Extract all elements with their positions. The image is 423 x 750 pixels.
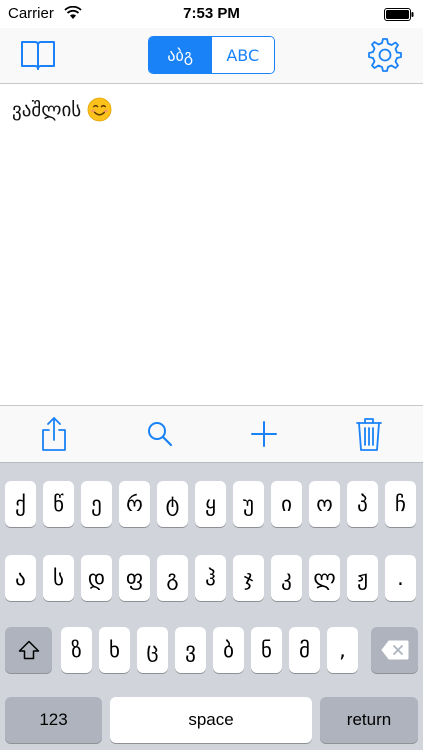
segment-georgian[interactable]: აბგ xyxy=(149,37,212,73)
key[interactable]: , xyxy=(327,627,358,673)
backspace-icon xyxy=(380,640,408,660)
status-bar: Carrier 7:53 PM xyxy=(0,0,423,28)
key[interactable]: ს xyxy=(43,555,74,601)
key[interactable]: უ xyxy=(233,481,264,527)
dictionary-button[interactable] xyxy=(19,36,57,74)
key[interactable]: ფ xyxy=(119,555,150,601)
key[interactable]: . xyxy=(385,555,416,601)
georgian-keyboard: ქ წ ე რ ტ ყ უ ი ო პ ჩ ა ს დ ფ გ ჰ ჯ კ ლ … xyxy=(0,462,423,750)
key[interactable]: კ xyxy=(271,555,302,601)
nav-bar: აბგ ABC xyxy=(0,28,423,84)
key[interactable]: ც xyxy=(137,627,168,673)
text-editor[interactable]: ვაშლის xyxy=(0,85,423,405)
key[interactable]: ტ xyxy=(157,481,188,527)
key[interactable]: ე xyxy=(81,481,112,527)
segment-latin[interactable]: ABC xyxy=(211,37,274,73)
return-key[interactable]: return xyxy=(320,697,418,743)
keyboard-layout-switch: აბგ ABC xyxy=(148,36,275,74)
key[interactable]: ქ xyxy=(5,481,36,527)
editor-text: ვაშლის xyxy=(12,98,82,121)
share-button[interactable] xyxy=(36,416,72,452)
key[interactable]: ლ xyxy=(309,555,340,601)
smiling-face-emoji-icon xyxy=(87,97,112,122)
key[interactable]: ა xyxy=(5,555,36,601)
book-icon xyxy=(21,41,55,70)
settings-button[interactable] xyxy=(366,36,404,74)
key[interactable]: რ xyxy=(119,481,150,527)
key[interactable]: ნ xyxy=(251,627,282,673)
shift-arrow-icon xyxy=(18,640,39,660)
search-button[interactable] xyxy=(142,416,178,452)
key[interactable]: ო xyxy=(309,481,340,527)
search-icon xyxy=(148,422,173,447)
key[interactable]: ზ xyxy=(61,627,92,673)
key[interactable]: წ xyxy=(43,481,74,527)
add-button[interactable] xyxy=(246,416,282,452)
clock: 7:53 PM xyxy=(183,5,240,22)
key[interactable]: ჰ xyxy=(195,555,226,601)
key[interactable]: დ xyxy=(81,555,112,601)
key[interactable]: ვ xyxy=(175,627,206,673)
backspace-key[interactable] xyxy=(371,627,418,673)
delete-button[interactable] xyxy=(351,416,387,452)
shift-key[interactable] xyxy=(5,627,52,673)
editor-content: ვაშლის xyxy=(12,97,411,122)
share-icon xyxy=(42,417,66,451)
bottom-toolbar xyxy=(0,405,423,462)
key[interactable]: ჩ xyxy=(385,481,416,527)
space-key[interactable]: space xyxy=(110,697,312,743)
key[interactable]: ხ xyxy=(99,627,130,673)
battery-icon xyxy=(384,8,414,21)
key[interactable]: მ xyxy=(289,627,320,673)
key[interactable]: პ xyxy=(347,481,378,527)
key[interactable]: გ xyxy=(157,555,188,601)
plus-icon xyxy=(251,421,277,447)
numbers-key[interactable]: 123 xyxy=(5,697,102,743)
key[interactable]: ბ xyxy=(213,627,244,673)
gear-icon xyxy=(368,38,402,72)
key[interactable]: ჟ xyxy=(347,555,378,601)
key[interactable]: ჯ xyxy=(233,555,264,601)
key[interactable]: ი xyxy=(271,481,302,527)
key[interactable]: ყ xyxy=(195,481,226,527)
trash-icon xyxy=(356,418,382,451)
